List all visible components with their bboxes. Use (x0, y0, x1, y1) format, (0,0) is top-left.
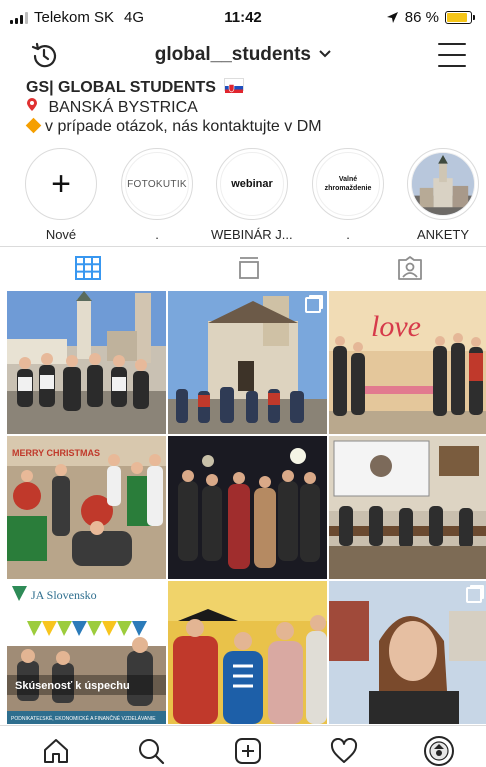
status-right: 86 % (386, 9, 475, 26)
tagged-icon (398, 256, 422, 280)
post-thumbnail[interactable] (168, 581, 327, 724)
highlight-ankety[interactable]: ANKETY (402, 148, 484, 242)
highlight-valne-zhromazdenie[interactable]: Valné zhromaždenie . (307, 148, 389, 242)
profile-name: GS| GLOBAL STUDENTS (26, 79, 216, 96)
bottom-navigation (0, 725, 486, 767)
highlight-cover-text: FOTOKUTIK (127, 178, 187, 190)
status-bar: Telekom SK 4G 11:42 86 % (0, 0, 486, 34)
svg-text:MERRY CHRISTMAS: MERRY CHRISTMAS (12, 448, 100, 458)
post-thumbnail[interactable]: JA Slovensko Skúsenosť k úspechu PODNIKA… (7, 581, 166, 724)
plus-icon: + (51, 165, 71, 203)
highlight-cover-text: zhromaždenie (324, 185, 372, 192)
search-tab[interactable] (136, 736, 166, 766)
multiple-posts-icon (305, 297, 321, 313)
post-image (329, 436, 486, 579)
post-thumbnail[interactable] (168, 436, 327, 579)
post-thumbnail[interactable] (329, 581, 486, 724)
highlight-label: ANKETY (416, 227, 469, 242)
svg-text:love: love (371, 310, 421, 343)
highlight-cover: + (25, 148, 97, 220)
post-image (168, 581, 327, 724)
church-photo (412, 153, 474, 215)
chevron-down-icon (319, 50, 331, 58)
post-thumbnail[interactable] (168, 291, 327, 434)
search-icon (139, 739, 165, 765)
highlight-webinar[interactable]: webinar WEBINÁR J.... (211, 148, 293, 242)
username-switcher[interactable]: global__students (0, 44, 486, 66)
highlight-cover: FOTOKUTIK (121, 148, 193, 220)
post-thumbnail[interactable]: love (329, 291, 486, 434)
profile-tab[interactable] (424, 736, 454, 766)
grid-tab[interactable] (74, 255, 102, 281)
post-grid: love MERRY CHRISTMAS JA Slovensko Skúsen… (7, 291, 486, 724)
ja-logo-text: JA Slovensko (31, 588, 97, 602)
post-image (168, 436, 327, 579)
highlight-cover-text: webinar (231, 178, 273, 190)
heart-icon (330, 738, 358, 763)
tagged-tab[interactable] (396, 255, 424, 281)
profile-tabs (0, 246, 486, 288)
home-tab[interactable] (41, 736, 71, 766)
igtv-tab[interactable] (235, 255, 263, 281)
slovakia-flag-icon (224, 78, 245, 93)
igtv-icon (239, 257, 259, 279)
profile-header: global__students (0, 34, 486, 76)
post-image (7, 291, 166, 434)
story-highlights: + Nové FOTOKUTIK . webinar WEBINÁR J....… (0, 148, 486, 242)
location-arrow-icon (386, 12, 398, 23)
poster-footer: PODNIKATEĽSKÉ, EKONOMICKÉ A FINANČNÉ VZD… (11, 715, 156, 722)
location-pin-icon (26, 97, 44, 117)
post-thumbnail[interactable]: MERRY CHRISTMAS (7, 436, 166, 579)
grid-icon (75, 256, 101, 280)
post-thumbnail[interactable] (329, 436, 486, 579)
post-image: love (329, 291, 486, 434)
username: global__students (154, 44, 311, 65)
profile-bio: GS| GLOBAL STUDENTS BANSKÁ BYSTRICA v pr… (25, 78, 466, 136)
post-image (168, 291, 327, 434)
post-image (329, 581, 486, 724)
highlight-cover (407, 148, 479, 220)
highlight-cover-text: Valné (338, 176, 358, 183)
highlight-cover: Valné zhromaždenie (312, 148, 384, 220)
multiple-posts-icon (466, 587, 482, 603)
post-image: JA Slovensko Skúsenosť k úspechu PODNIKA… (7, 581, 166, 724)
highlight-cover: webinar (216, 148, 288, 220)
highlight-label: . (346, 227, 350, 242)
post-image: MERRY CHRISTMAS (7, 436, 166, 579)
poster-headline: Skúsenosť k úspechu (15, 680, 130, 692)
highlight-label: . (155, 227, 159, 242)
highlight-label: WEBINÁR J.... (211, 227, 293, 242)
battery-percent: 86 % (404, 9, 439, 26)
highlight-new[interactable]: + Nové (20, 148, 102, 242)
highlight-label: Nové (45, 227, 77, 242)
orange-diamond-icon (25, 117, 42, 134)
contact-text: v prípade otázok, nás kontaktujte v DM (45, 118, 322, 135)
location-text: BANSKÁ BYSTRICA (48, 99, 198, 116)
profile-avatar-icon (424, 736, 454, 766)
battery-icon (445, 11, 475, 24)
home-icon (44, 739, 68, 763)
add-post-icon (235, 738, 261, 764)
highlight-fotokutik[interactable]: FOTOKUTIK . (116, 148, 198, 242)
hamburger-menu-icon[interactable] (438, 43, 466, 67)
new-post-tab[interactable] (233, 736, 263, 766)
activity-tab[interactable] (329, 736, 359, 766)
post-thumbnail[interactable] (7, 291, 166, 434)
